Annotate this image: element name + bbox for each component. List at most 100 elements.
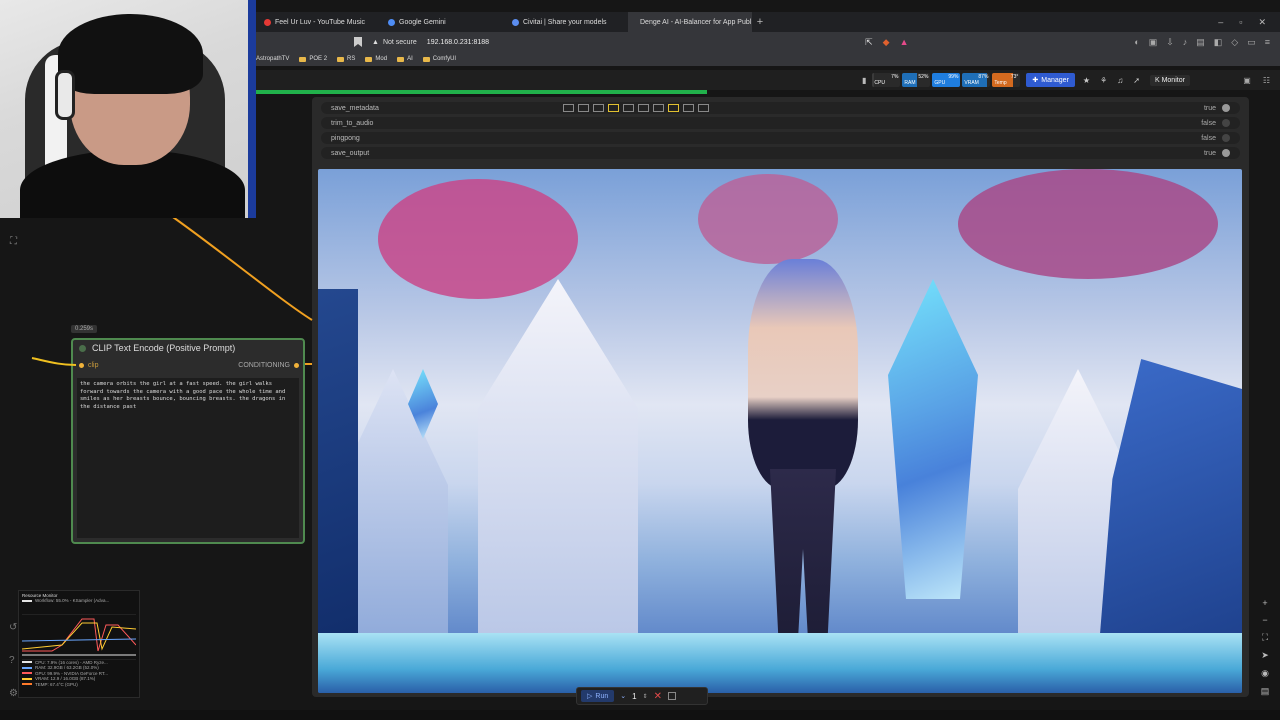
help-icon[interactable]: ? [9, 655, 18, 666]
collapse-dot-icon[interactable] [79, 344, 86, 352]
share-icon[interactable]: ⇱ [865, 37, 873, 48]
url-field[interactable]: 192.168.0.231:8188 [427, 39, 489, 46]
bookmark-astropath[interactable]: AstropathTV [256, 56, 289, 62]
eye-icon[interactable]: ◉ [1261, 668, 1269, 679]
rewards-icon[interactable]: ▲ [900, 37, 909, 48]
widget-value: false [1201, 119, 1216, 127]
distribute-h-icon[interactable] [653, 104, 664, 112]
bell-icon[interactable]: ♫ [1117, 76, 1123, 85]
widget-pingpong[interactable]: pingpong false [321, 132, 1240, 144]
bookmark-comfyui[interactable]: ComfyUI [422, 56, 456, 62]
output-label: CONDITIONING [238, 362, 290, 369]
toggle-knob[interactable] [1222, 134, 1230, 142]
puzzle-icon: ✚ [1032, 77, 1039, 84]
video-preview[interactable] [318, 169, 1242, 693]
extension-icon[interactable]: ♪ [1183, 37, 1188, 48]
widget-save-output[interactable]: save_output true [321, 147, 1240, 159]
cancel-icon[interactable]: ✕ [654, 691, 662, 702]
clip-text-encode-node[interactable]: CLIP Text Encode (Positive Prompt) clip … [71, 338, 305, 544]
download-icon[interactable]: ⇩ [1166, 37, 1174, 48]
tab-youtube-music[interactable]: Feel Ur Luv - YouTube Music [256, 12, 380, 32]
tab-civitai[interactable]: Civitai | Share your models [504, 12, 628, 32]
screen: Feel Ur Luv - YouTube Music Google Gemin… [0, 0, 1280, 720]
pointer-icon[interactable]: ➤ [1261, 650, 1269, 661]
security-indicator[interactable]: ▲ Not secure [372, 39, 417, 46]
queue-icon[interactable] [667, 692, 676, 700]
minimize-icon[interactable]: – [1218, 17, 1223, 28]
toggle-knob[interactable] [1222, 104, 1230, 112]
tab-label: Feel Ur Luv - YouTube Music [275, 18, 366, 26]
input-port-icon[interactable] [79, 363, 84, 368]
bookmark-folder-mod[interactable]: Mod [365, 56, 387, 62]
extension-icon[interactable]: ◧ [1214, 37, 1223, 48]
extension-icon[interactable]: ◐ [1134, 37, 1139, 48]
row-swatch [22, 672, 32, 675]
warning-icon: ▲ [372, 38, 379, 46]
star-icon[interactable]: ★ [1083, 76, 1090, 85]
settings-icon[interactable]: ⚙ [9, 688, 18, 699]
grid-icon[interactable]: ☷ [1263, 76, 1270, 85]
usage-graph [21, 613, 137, 660]
close-icon[interactable]: ✕ [1258, 17, 1266, 28]
align-right-icon[interactable] [593, 104, 604, 112]
extension-icon[interactable]: ▤ [1196, 37, 1205, 48]
align-bottom-icon[interactable] [638, 104, 649, 112]
extension-icon[interactable]: ◇ [1231, 37, 1238, 48]
pin-icon[interactable]: ▮ [862, 76, 866, 85]
align-left-icon[interactable] [563, 104, 574, 112]
fit-view-icon[interactable]: ⛶ [1262, 632, 1268, 643]
row-swatch [22, 677, 32, 680]
folder-icon [397, 56, 405, 62]
folder-icon [365, 56, 373, 62]
monitor-label: VRAM [964, 80, 979, 86]
tab-google-gemini[interactable]: Google Gemini [380, 12, 504, 32]
bookmark-icon[interactable] [354, 37, 362, 47]
same-height-icon[interactable] [698, 104, 709, 112]
bookmark-folder-ai[interactable]: AI [397, 56, 413, 62]
align-center-icon[interactable] [578, 104, 589, 112]
tab-denge-ai[interactable]: Denge AI - AI-Balancer for App Publ [628, 12, 752, 32]
vram-monitor: 87% VRAM [962, 73, 991, 87]
conditioning-output-slot[interactable]: CONDITIONING [238, 362, 299, 369]
node-title-bar[interactable]: CLIP Text Encode (Positive Prompt) [73, 340, 303, 356]
wallet-icon[interactable]: ▭ [1247, 37, 1256, 48]
new-tab-button[interactable]: + [752, 16, 768, 28]
history-icon[interactable]: ↺ [9, 622, 18, 633]
workflow-icon[interactable]: ⚘ [1100, 76, 1107, 85]
zoom-in-icon[interactable]: + [1262, 598, 1267, 608]
align-middle-icon[interactable] [623, 104, 634, 112]
menu-icon[interactable]: ≡ [1265, 37, 1270, 48]
webcam-overlay [0, 0, 256, 218]
tab-label: Google Gemini [399, 18, 446, 26]
temp-monitor: 73° Temp [992, 73, 1021, 87]
panel-icon[interactable]: ▣ [1243, 76, 1251, 85]
k-monitor-button[interactable]: K Monitor [1149, 74, 1190, 86]
batch-stepper-icon[interactable]: ⇕ [643, 693, 648, 700]
widget-name: trim_to_audio [331, 119, 374, 127]
zoom-out-icon[interactable]: − [1262, 615, 1267, 625]
minimap-icon[interactable]: ▤ [1261, 686, 1270, 697]
run-button[interactable]: ▷ Run [581, 690, 615, 702]
maximize-icon[interactable]: ▫ [1239, 17, 1242, 28]
toggle-knob[interactable] [1222, 149, 1230, 157]
clip-input-slot[interactable]: clip [79, 362, 99, 369]
toggle-knob[interactable] [1222, 119, 1230, 127]
widget-trim-to-audio[interactable]: trim_to_audio false [321, 117, 1240, 129]
distribute-v-icon[interactable] [668, 104, 679, 112]
bookmark-folder-rs[interactable]: RS [337, 56, 355, 62]
brave-shield-icon[interactable]: ◆ [883, 37, 890, 48]
node-library-icon[interactable]: ⛶ [10, 236, 22, 248]
output-port-icon[interactable] [294, 363, 299, 368]
bookmark-folder-poe2[interactable]: POE 2 [299, 56, 327, 62]
same-width-icon[interactable] [683, 104, 694, 112]
align-top-icon[interactable] [608, 104, 619, 112]
play-icon: ▷ [587, 693, 593, 700]
extension-icon[interactable]: ▣ [1149, 37, 1158, 48]
comfy-menu-bar: ▮ 7% CPU 52% RAM 99% GPU 87% VRAM 73° Te… [256, 70, 1280, 90]
share-icon[interactable]: ➚ [1133, 76, 1140, 85]
prompt-textarea[interactable]: the camera orbits the girl at a fast spe… [77, 378, 299, 538]
widget-save-metadata[interactable]: save_metadata true [321, 102, 1240, 114]
run-mode-dropdown[interactable]: ⌄ [620, 692, 626, 700]
manager-button[interactable]: ✚ Manager [1026, 73, 1075, 87]
batch-count-input[interactable]: 1 [632, 692, 636, 701]
